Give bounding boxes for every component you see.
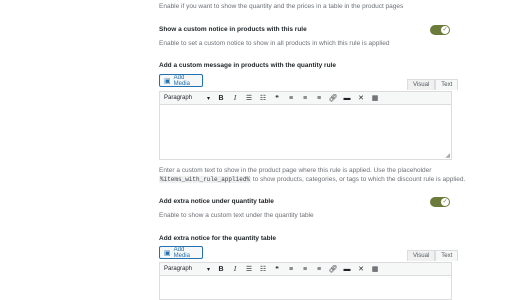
quantity-table-description: Enable if you want to show the quantity … — [159, 3, 404, 10]
numbered-list-icon[interactable]: ☷ — [256, 265, 270, 273]
align-center-icon[interactable]: ≡ — [298, 95, 312, 102]
numbered-list-icon[interactable]: ☷ — [256, 94, 270, 102]
bullet-list-icon[interactable]: ☰ — [242, 265, 256, 273]
tab-text[interactable]: Text — [435, 79, 459, 90]
add-media-label: Add Media — [173, 246, 190, 259]
extra-notice-editor-area[interactable] — [159, 276, 452, 300]
media-icon: ▣ — [164, 77, 171, 85]
tab-visual[interactable]: Visual — [407, 250, 436, 261]
check-icon: ✓ — [442, 199, 448, 205]
editor-tabs: Visual Text — [407, 79, 459, 90]
toolbar-toggle-icon[interactable]: ▦ — [368, 94, 382, 102]
format-select[interactable]: Paragraph ▾ — [164, 266, 210, 273]
format-select[interactable]: Paragraph ▾ — [164, 95, 210, 102]
tab-visual[interactable]: Visual — [407, 79, 436, 90]
extra-notice-toggle[interactable]: ✓ — [430, 197, 450, 207]
editor-toolbar-2: Paragraph ▾ B I ☰ ☷ ❝ ≡ ≡ ≡ 🔗︎ ▬ ✕ ▦ — [159, 262, 452, 276]
custom-message-help-line2: %items_with_rule_applied% to show produc… — [159, 176, 465, 183]
fullscreen-icon[interactable]: ✕ — [354, 94, 368, 102]
check-icon: ✓ — [442, 27, 448, 33]
italic-icon[interactable]: I — [228, 94, 242, 102]
add-media-button-2[interactable]: ▣ Add Media — [159, 246, 203, 259]
link-icon[interactable]: 🔗︎ — [326, 94, 340, 102]
chevron-down-icon: ▾ — [206, 266, 210, 273]
custom-message-help-line1: Enter a custom text to show in the produ… — [159, 167, 432, 174]
link-icon[interactable]: 🔗︎ — [326, 265, 340, 273]
bold-icon[interactable]: B — [214, 95, 228, 102]
media-icon: ▣ — [164, 249, 171, 257]
custom-notice-label: Show a custom notice in products with th… — [159, 26, 307, 33]
bold-icon[interactable]: B — [214, 266, 228, 273]
read-more-icon[interactable]: ▬ — [340, 266, 354, 273]
editor-tabs-2: Visual Text — [407, 250, 459, 261]
format-select-value: Paragraph — [164, 95, 193, 101]
align-left-icon[interactable]: ≡ — [284, 266, 298, 273]
italic-icon[interactable]: I — [228, 265, 242, 273]
align-right-icon[interactable]: ≡ — [312, 95, 326, 102]
custom-message-editor-area[interactable]: ◢ — [159, 105, 452, 160]
chevron-down-icon: ▾ — [206, 95, 210, 102]
editor-toolbar: Paragraph ▾ B I ☰ ☷ ❝ ≡ ≡ ≡ 🔗︎ ▬ ✕ ▦ — [159, 91, 452, 105]
custom-message-help-after: to show products, categories, or tags to… — [252, 176, 466, 183]
fullscreen-icon[interactable]: ✕ — [354, 265, 368, 273]
tab-text[interactable]: Text — [435, 250, 459, 261]
extra-notice-editor-label: Add extra notice for the quantity table — [159, 235, 277, 242]
custom-message-label: Add a custom message in products with th… — [159, 62, 336, 69]
read-more-icon[interactable]: ▬ — [340, 95, 354, 102]
align-center-icon[interactable]: ≡ — [298, 266, 312, 273]
custom-notice-description: Enable to set a custom notice to show in… — [159, 40, 390, 47]
extra-notice-description: Enable to show a custom text under the q… — [159, 212, 314, 219]
custom-notice-toggle[interactable]: ✓ — [430, 25, 450, 35]
blockquote-icon[interactable]: ❝ — [270, 94, 284, 102]
align-right-icon[interactable]: ≡ — [312, 266, 326, 273]
align-left-icon[interactable]: ≡ — [284, 95, 298, 102]
bullet-list-icon[interactable]: ☰ — [242, 94, 256, 102]
toolbar-toggle-icon[interactable]: ▦ — [368, 265, 382, 273]
add-media-button[interactable]: ▣ Add Media — [159, 74, 203, 87]
placeholder-code: %items_with_rule_applied% — [159, 176, 252, 183]
resize-handle-icon[interactable]: ◢ — [445, 152, 450, 159]
add-media-label: Add Media — [173, 74, 190, 87]
blockquote-icon[interactable]: ❝ — [270, 265, 284, 273]
format-select-value: Paragraph — [164, 266, 193, 272]
extra-notice-label: Add extra notice under quantity table — [159, 198, 274, 205]
